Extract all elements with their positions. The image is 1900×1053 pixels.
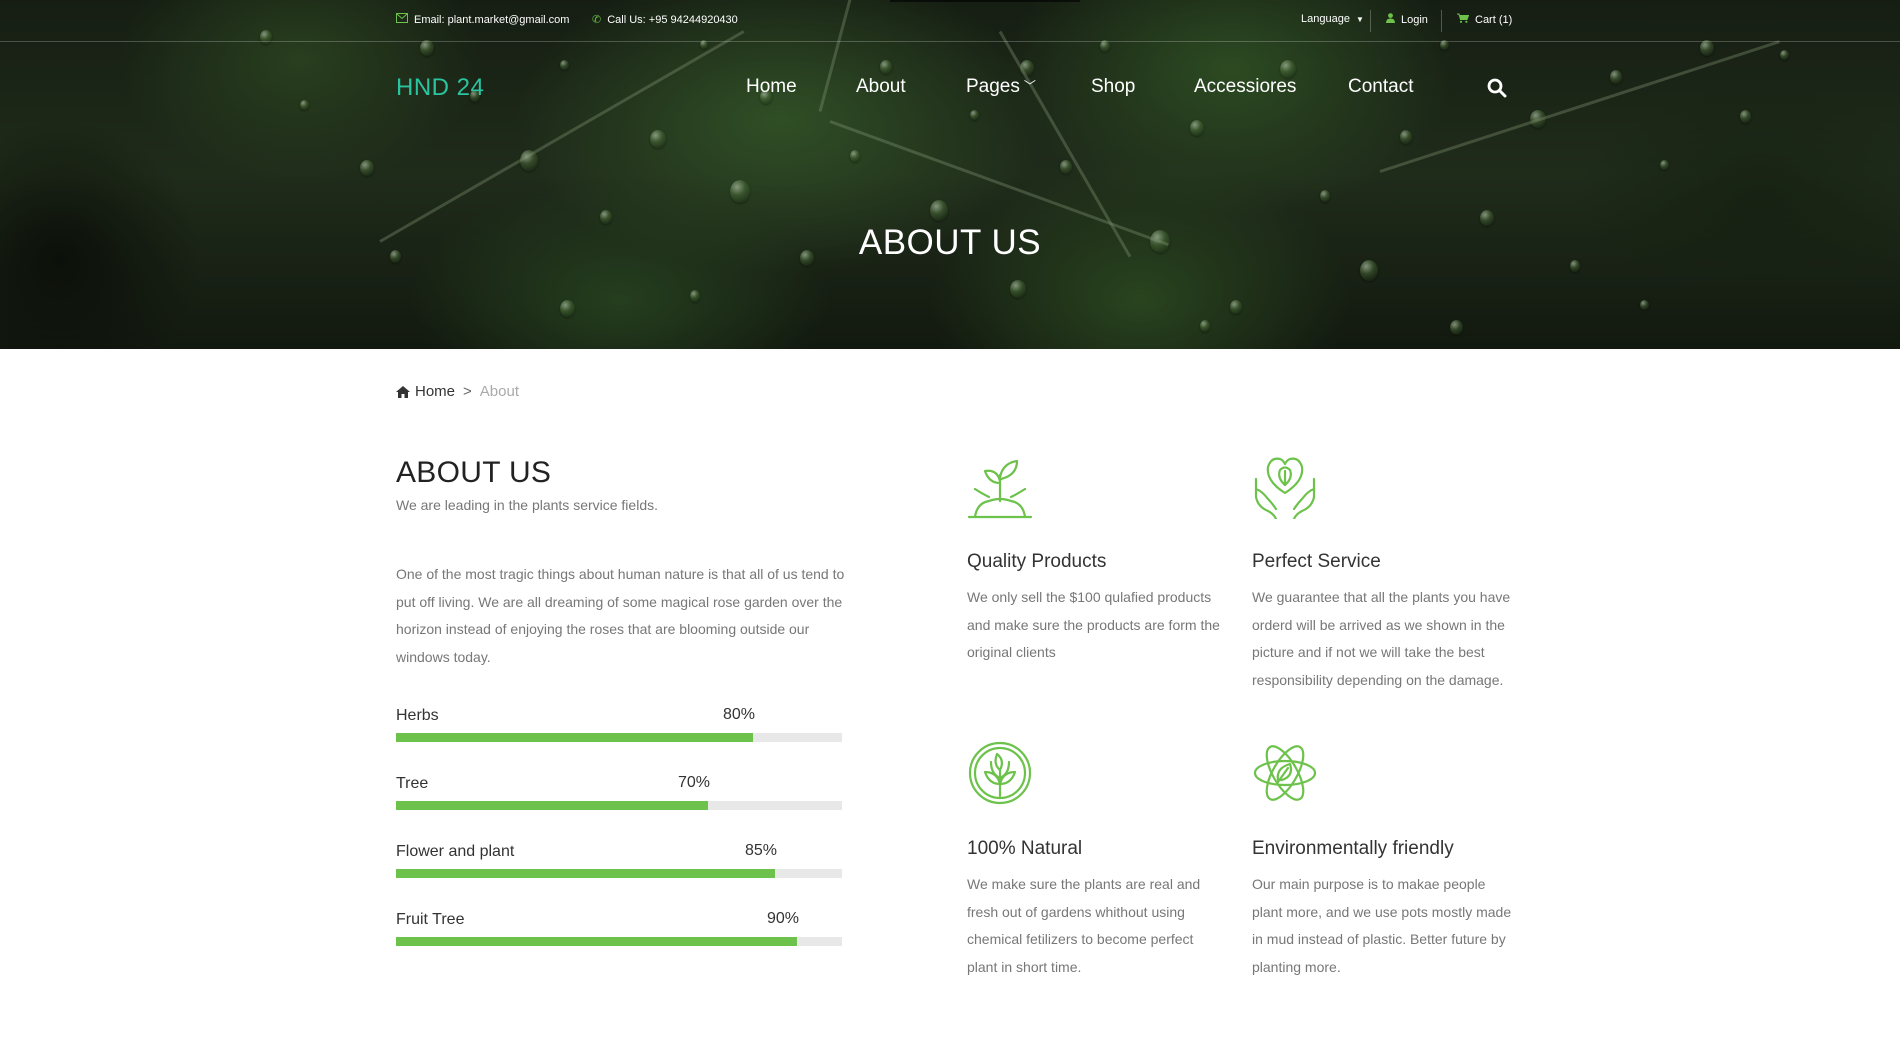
nav-pages[interactable]: Pages ﹀ (966, 76, 1036, 98)
envelope-icon (396, 13, 408, 26)
skill-fill (396, 733, 753, 742)
login-label: Login (1401, 13, 1428, 26)
nav-accessories[interactable]: Accessiores (1194, 76, 1296, 98)
language-label: Language (1301, 13, 1350, 25)
hero-banner: Email: plant.market@gmail.com ✆ Call Us:… (0, 0, 1900, 349)
skill-track (396, 869, 842, 878)
skill-label: Flower and plant (396, 843, 515, 860)
cart-label: Cart (1) (1475, 13, 1513, 26)
nav-shop[interactable]: Shop (1091, 76, 1135, 98)
email-contact[interactable]: Email: plant.market@gmail.com (396, 13, 569, 26)
skill-track (396, 937, 842, 946)
about-subtitle: We are leading in the plants service fie… (396, 497, 658, 513)
breadcrumb-home-label: Home (415, 383, 456, 400)
eco-atom-leaf-icon (1253, 745, 1317, 801)
skill-track (396, 733, 842, 742)
cart-link[interactable]: Cart (1) (1457, 13, 1512, 26)
skill-label: Herbs (396, 707, 439, 724)
login-link[interactable]: Login (1386, 13, 1428, 26)
nav-contact[interactable]: Contact (1348, 76, 1413, 98)
skill-percent: 80% (723, 706, 756, 723)
user-icon (1386, 13, 1395, 26)
home-icon (396, 385, 410, 398)
feature-text: We make sure the plants are real and fre… (967, 876, 1201, 975)
language-dropdown[interactable]: Language ▼ (1301, 13, 1364, 25)
search-icon[interactable] (1487, 78, 1507, 98)
hero-overlay (0, 0, 1900, 349)
skill-percent: 90% (767, 910, 800, 927)
chevron-down-icon: ﹀ (1023, 79, 1036, 93)
breadcrumb-home[interactable]: Home (396, 383, 455, 400)
about-text: One of the most tragic things about huma… (396, 566, 845, 665)
nav-home[interactable]: Home (746, 76, 797, 98)
feature-text: We only sell the $100 qulafied products … (967, 589, 1220, 660)
feature-text: We guarantee that all the plants you hav… (1252, 589, 1511, 688)
skill-percent: 85% (745, 842, 778, 859)
skill-label: Tree (396, 775, 429, 792)
feature-title: Environmentally friendly (1252, 838, 1454, 859)
skill-fill (396, 801, 709, 810)
natural-leaves-icon (968, 741, 1032, 805)
skill-percent: 70% (678, 774, 711, 791)
nav-pages-label: Pages (966, 76, 1020, 97)
topbar-divider (1370, 10, 1371, 32)
heart-hands-leaf-icon (1254, 457, 1316, 519)
cart-icon (1457, 13, 1470, 26)
email-text: Email: plant.market@gmail.com (414, 13, 570, 26)
feature-text: Our main purpose is to makae people plan… (1252, 876, 1512, 975)
about-title: ABOUT US (396, 456, 552, 489)
caret-down-icon: ▼ (1355, 14, 1364, 24)
top-accent-line (890, 0, 1080, 2)
site-logo[interactable]: HND 24 (396, 74, 484, 102)
skill-label: Fruit Tree (396, 911, 465, 928)
sprout-icon (967, 459, 1033, 519)
topbar-divider (1441, 10, 1442, 32)
feature-title: Quality Products (967, 551, 1107, 572)
phone-contact[interactable]: ✆ Call Us: +95 94244920430 (592, 13, 738, 27)
feature-title: Perfect Service (1252, 551, 1381, 572)
phone-icon: ✆ (592, 14, 602, 26)
skill-track (396, 801, 842, 810)
breadcrumb-current: About (479, 383, 519, 400)
breadcrumb: Home > About (396, 383, 519, 400)
hero-title: ABOUT US (858, 223, 1042, 262)
nav-about[interactable]: About (856, 76, 906, 98)
skill-fill (396, 869, 776, 878)
top-bar: Email: plant.market@gmail.com ✆ Call Us:… (0, 0, 1900, 42)
feature-title: 100% Natural (967, 838, 1083, 859)
phone-text: Call Us: +95 94244920430 (607, 13, 738, 26)
breadcrumb-separator: > (463, 383, 472, 400)
skill-fill (396, 937, 798, 946)
